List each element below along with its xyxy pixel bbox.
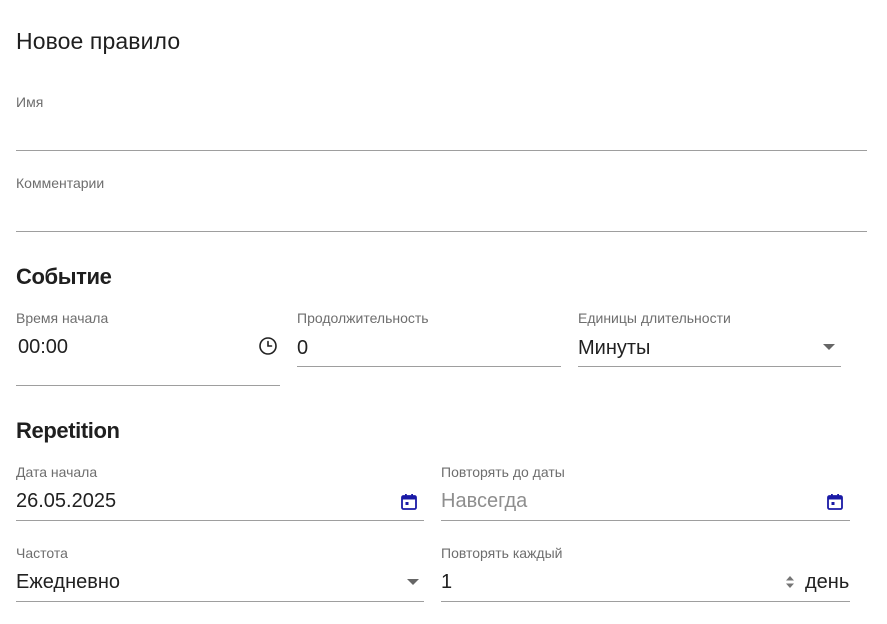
name-field[interactable]: Имя xyxy=(16,94,867,152)
comment-field[interactable]: Комментарии xyxy=(16,175,867,233)
dropdown-arrow-icon[interactable] xyxy=(406,578,420,586)
repeat-until-placeholder[interactable]: Навсегда xyxy=(441,490,527,513)
start-time-underline xyxy=(16,385,280,386)
duration-label: Продолжительность xyxy=(297,310,429,326)
duration-underline xyxy=(297,366,561,367)
frequency-select[interactable]: Частота Ежедневно xyxy=(16,545,424,603)
frequency-underline xyxy=(16,601,424,602)
event-section-title: Событие xyxy=(16,264,112,289)
start-date-field[interactable]: Дата начала 26.05.2025 xyxy=(16,464,424,522)
repeat-every-value[interactable]: 1 xyxy=(441,571,452,594)
repeat-every-label: Повторять каждый xyxy=(441,545,563,561)
start-date-underline xyxy=(16,520,424,521)
duration-units-underline xyxy=(578,366,841,367)
calendar-icon[interactable] xyxy=(400,493,418,511)
start-date-value[interactable]: 26.05.2025 xyxy=(16,490,116,513)
start-date-label: Дата начала xyxy=(16,464,98,480)
start-time-label: Время начала xyxy=(16,310,109,326)
repetition-section-title: Repetition xyxy=(16,418,120,443)
page-title: Новое правило xyxy=(16,28,181,54)
name-field-underline xyxy=(16,150,867,151)
clock-icon[interactable] xyxy=(258,336,278,356)
frequency-label: Частота xyxy=(16,545,68,561)
duration-field[interactable]: Продолжительность 0 xyxy=(297,310,561,368)
repeat-every-field[interactable]: Повторять каждый 1 день xyxy=(441,545,850,603)
repeat-every-suffix: день xyxy=(805,571,850,593)
start-time-field[interactable]: Время начала 00:00 xyxy=(16,310,280,388)
comment-field-label: Комментарии xyxy=(16,175,105,191)
repeat-until-underline xyxy=(441,520,850,521)
duration-units-label: Единицы длительности xyxy=(578,310,731,326)
start-time-value[interactable]: 00:00 xyxy=(18,336,68,359)
calendar-icon[interactable] xyxy=(826,493,844,511)
repeat-every-underline xyxy=(441,601,850,602)
duration-value[interactable]: 0 xyxy=(297,337,308,360)
spinner-icon[interactable] xyxy=(785,574,795,590)
name-field-label: Имя xyxy=(16,94,44,110)
comment-field-underline xyxy=(16,231,867,232)
dropdown-arrow-icon[interactable] xyxy=(822,343,836,351)
repeat-until-field[interactable]: Повторять до даты Навсегда xyxy=(441,464,850,522)
duration-units-select[interactable]: Единицы длительности Минуты xyxy=(578,310,841,368)
repeat-until-label: Повторять до даты xyxy=(441,464,565,480)
duration-units-value[interactable]: Минуты xyxy=(578,337,650,360)
frequency-value[interactable]: Ежедневно xyxy=(16,571,120,594)
